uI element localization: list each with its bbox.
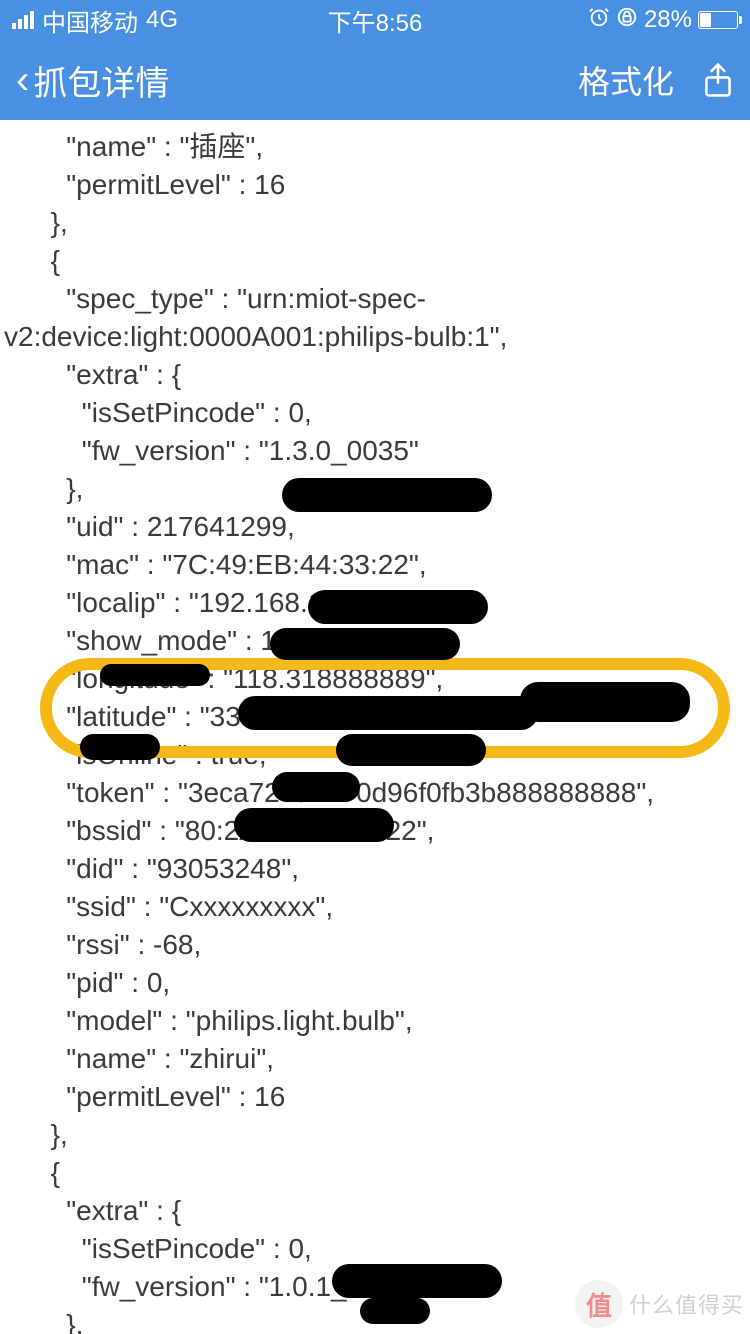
watermark-glyph: 值 — [575, 1280, 623, 1328]
chevron-left-icon: ‹ — [16, 60, 29, 100]
status-right: 28% — [588, 6, 738, 35]
alarm-icon — [588, 6, 610, 35]
redaction-mark — [332, 1264, 502, 1298]
nav-bar: ‹ 抓包详情 格式化 — [0, 40, 750, 120]
status-time: 下午8:56 — [328, 3, 423, 38]
battery-icon — [698, 11, 738, 29]
redaction-mark — [238, 696, 538, 730]
content-area[interactable]: "name" : "插座", "permitLevel" : 16 }, { "… — [0, 120, 750, 1334]
watermark: 值 什么值得买 — [575, 1280, 744, 1328]
status-bar: 中国移动 4G 下午8:56 28% — [0, 0, 750, 40]
redaction-mark — [100, 664, 210, 686]
battery-pct: 28% — [644, 6, 692, 34]
signal-icon — [12, 11, 34, 29]
redaction-mark — [308, 590, 488, 624]
nav-title: 抓包详情 — [33, 56, 169, 105]
carrier-label: 中国移动 — [42, 3, 138, 38]
back-button[interactable]: ‹ 抓包详情 — [16, 56, 169, 105]
orientation-lock-icon — [616, 6, 638, 35]
status-left: 中国移动 4G — [12, 3, 178, 38]
redaction-mark — [272, 772, 360, 802]
format-button[interactable]: 格式化 — [578, 57, 674, 103]
redaction-mark — [520, 682, 690, 722]
watermark-text: 什么值得买 — [629, 1288, 744, 1320]
redaction-mark — [80, 734, 160, 760]
network-label: 4G — [146, 6, 178, 34]
redaction-mark — [336, 734, 486, 766]
share-icon[interactable] — [702, 62, 734, 98]
redaction-mark — [270, 628, 460, 660]
redaction-mark — [282, 478, 492, 512]
redaction-mark — [360, 1298, 430, 1324]
redaction-mark — [234, 808, 394, 842]
